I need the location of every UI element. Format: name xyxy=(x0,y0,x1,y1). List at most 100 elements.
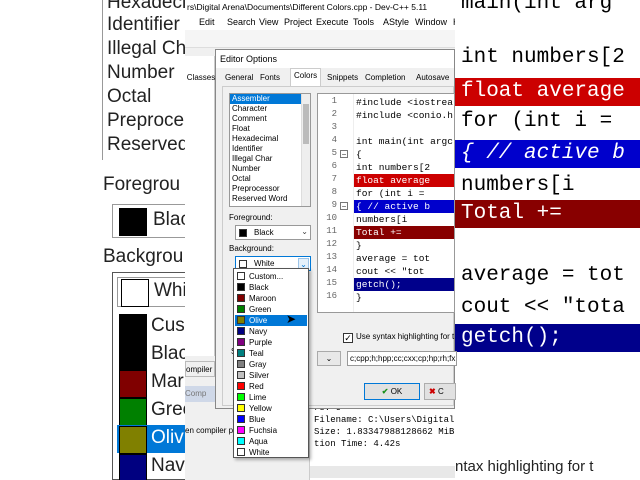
color-swatch xyxy=(119,208,147,236)
menu-item-view[interactable]: View xyxy=(259,17,278,27)
dropdown-option[interactable]: Black xyxy=(235,282,307,293)
dropdown-option[interactable]: Aqua xyxy=(235,436,307,447)
dropdown-option[interactable]: Lime xyxy=(235,392,307,403)
list-item[interactable]: Illegal Char xyxy=(230,154,310,164)
dropdown-option-label: Gray xyxy=(249,360,267,369)
dropdown-option[interactable]: Teal xyxy=(235,348,307,359)
tab-general[interactable]: General xyxy=(222,71,256,85)
dropdown-option[interactable]: Yellow xyxy=(235,403,307,414)
menu-item-search[interactable]: Search xyxy=(227,17,256,27)
list-item[interactable]: Character xyxy=(230,104,310,114)
zoomed-code-text: { // active b xyxy=(461,142,625,165)
dropdown-option[interactable]: Blue xyxy=(235,414,307,425)
color-swatch xyxy=(237,393,245,401)
dropdown-option[interactable]: Silver xyxy=(235,370,307,381)
color-swatch xyxy=(237,272,245,280)
list-item[interactable]: Float xyxy=(230,124,310,134)
dropdown-option[interactable]: Purple xyxy=(235,337,307,348)
dropdown-option[interactable]: Maroon xyxy=(235,293,307,304)
menu-item-execute[interactable]: Execute xyxy=(316,17,349,27)
zoomed-item: Reserved xyxy=(107,134,185,155)
cancel-button[interactable]: ✖ C xyxy=(424,383,456,400)
dropdown-option-label: Blue xyxy=(249,415,266,424)
code-line: cout << "tot xyxy=(356,266,425,277)
dropdown-option[interactable]: White xyxy=(235,447,307,458)
color-swatch xyxy=(237,404,245,412)
color-swatch xyxy=(237,305,245,313)
line-number: 3 xyxy=(331,122,337,132)
dropdown-option[interactable]: Custom... xyxy=(235,271,307,282)
zoomed-color-label: Nav xyxy=(151,455,185,476)
zoomed-code-text: for (int i = xyxy=(461,110,613,133)
color-swatch xyxy=(237,338,245,346)
compile-log-tab[interactable]: Comp xyxy=(185,386,215,402)
dropdown-option[interactable]: Green xyxy=(235,304,307,315)
menu-item-edit[interactable]: Edit xyxy=(199,17,215,27)
menu-item-window[interactable]: Window xyxy=(415,17,447,27)
code-line: float average xyxy=(354,174,454,187)
tab-colors[interactable]: Colors xyxy=(290,68,322,87)
code-line: numbers[i xyxy=(356,214,408,225)
scroll-thumb[interactable] xyxy=(303,104,309,144)
menu-item-astyle[interactable]: AStyle xyxy=(383,17,409,27)
list-item[interactable]: Hexadecimal xyxy=(230,134,310,144)
color-swatch xyxy=(237,415,245,423)
zoomed-code-text: int numbers[2 xyxy=(461,46,625,69)
menu-item-help[interactable]: Help xyxy=(453,17,455,27)
dropdown-option-label: Maroon xyxy=(249,294,277,303)
dropdown-option[interactable]: Navy xyxy=(235,326,307,337)
dropdown-option-label: Green xyxy=(249,305,272,314)
dropdown-option[interactable]: Olive xyxy=(235,315,307,326)
list-item[interactable]: Assembler xyxy=(230,94,310,104)
zoomed-code-row: main(int arg xyxy=(455,0,640,18)
zoomed-foreground-label: Foregrou xyxy=(103,174,181,195)
code-line: int main(int argc xyxy=(356,136,453,147)
list-item[interactable]: Reserved Word xyxy=(230,194,310,204)
zoomed-code-text: main(int arg xyxy=(461,0,613,15)
horizontal-scrollbar[interactable] xyxy=(310,466,455,478)
compiler-tab[interactable]: ompiler xyxy=(185,361,215,377)
chevron-down-icon[interactable]: ⌄ xyxy=(317,351,341,366)
zoomed-foreground-value: Blac xyxy=(153,209,185,230)
list-item[interactable]: Octal xyxy=(230,174,310,184)
dropdown-option[interactable]: Gray xyxy=(235,359,307,370)
code-line: { xyxy=(356,149,362,160)
color-swatch xyxy=(237,426,245,434)
ok-button[interactable]: ✔ OK xyxy=(364,383,420,400)
fold-minus-icon[interactable]: − xyxy=(340,150,348,159)
zoomed-code-row: { // active b xyxy=(455,140,640,168)
syntax-highlighting-checkbox[interactable]: ✓ xyxy=(343,333,353,343)
list-item[interactable]: Preprocessor xyxy=(230,184,310,194)
list-item[interactable]: Identifier xyxy=(230,144,310,154)
zoomed-color-label: Cust xyxy=(151,315,185,336)
foreground-select[interactable]: Black ⌄ xyxy=(235,225,311,240)
code-line: } xyxy=(356,292,362,303)
dropdown-option-label: Olive xyxy=(249,316,268,325)
color-swatch xyxy=(119,398,147,426)
dropdown-option[interactable]: Red xyxy=(235,381,307,392)
tab-classes[interactable]: Classes xyxy=(186,71,216,85)
code-line: getch(); xyxy=(354,278,454,291)
chevron-down-icon: ⌄ xyxy=(301,227,308,236)
zoomed-color-option: Mar xyxy=(117,369,185,398)
menu-item-tools[interactable]: Tools xyxy=(353,17,374,27)
color-swatch xyxy=(237,283,245,291)
list-item[interactable]: Number xyxy=(230,164,310,174)
extensions-input[interactable]: c;cpp;h;hpp;cc;cxx;cp;hp;rh;fx xyxy=(347,351,457,366)
background-color-dropdown[interactable]: Custom... Black Maroon Green Olive Navy Purple… xyxy=(233,268,309,458)
tab-completion[interactable]: Completion xyxy=(362,71,408,85)
element-listbox[interactable]: Assembler Character Comment Float Hexadecima… xyxy=(229,93,311,207)
line-number: 12 xyxy=(326,239,337,249)
tab-autosave[interactable]: Autosave xyxy=(413,71,452,85)
dropdown-option[interactable]: Fuchsia xyxy=(235,425,307,436)
zoomed-color-label: Blac xyxy=(151,343,185,364)
list-item[interactable]: Comment xyxy=(230,114,310,124)
foreground-label: Foreground: xyxy=(229,213,273,222)
fold-minus-icon[interactable]: − xyxy=(340,202,348,211)
tab-fonts[interactable]: Fonts xyxy=(257,71,283,85)
listbox-scrollbar[interactable] xyxy=(301,94,310,206)
color-swatch xyxy=(119,454,147,480)
menu-item-project[interactable]: Project xyxy=(284,17,312,27)
tab-snippets[interactable]: Snippets xyxy=(324,71,361,85)
